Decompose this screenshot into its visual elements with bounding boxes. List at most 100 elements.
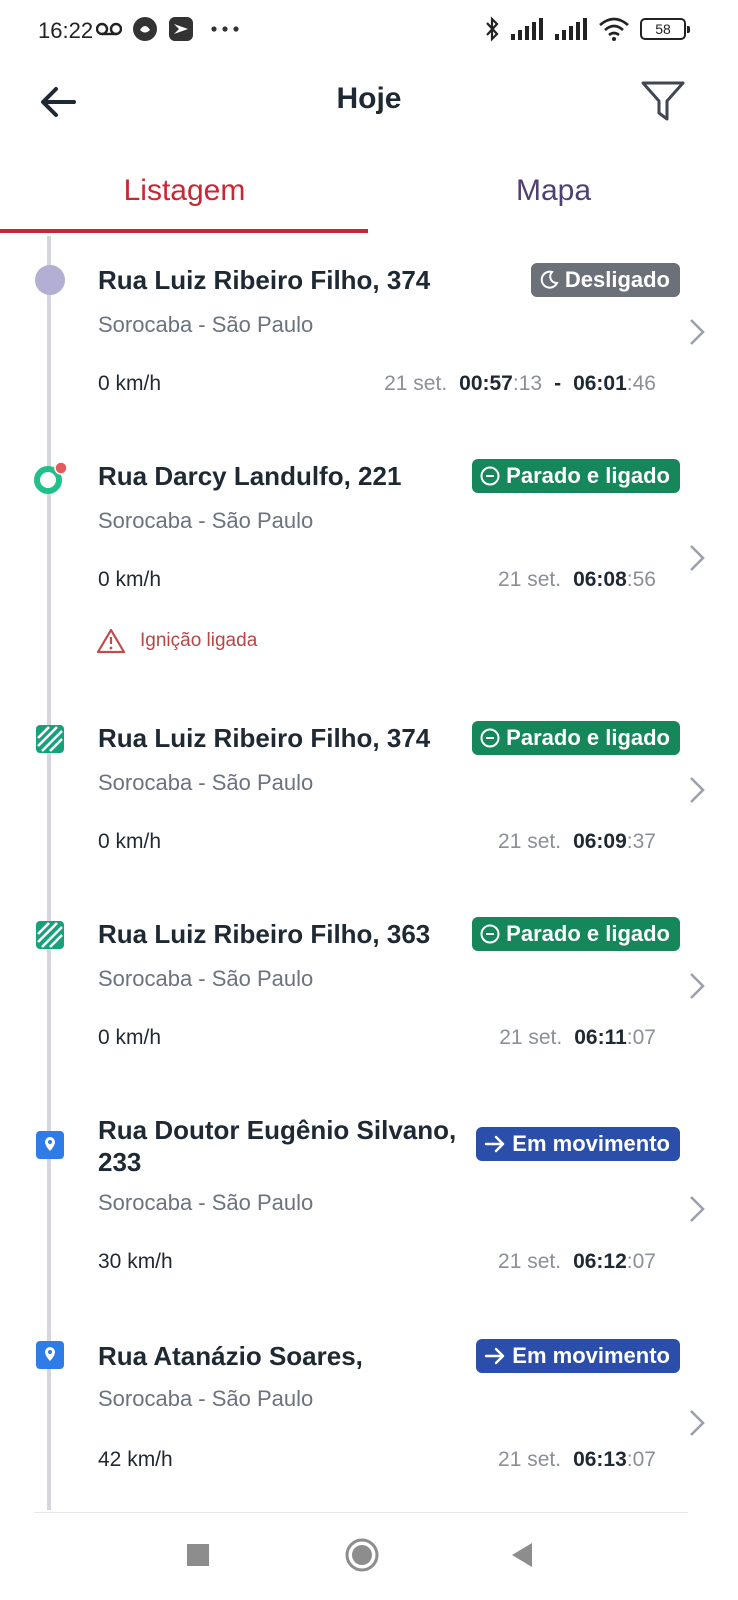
status-badge: Parado e ligado [472, 917, 680, 951]
wifi-icon [599, 17, 629, 41]
time-sec: :07 [626, 1448, 656, 1471]
home-button[interactable] [342, 1535, 382, 1575]
minus-circle-icon [480, 728, 500, 748]
status-badge: Em movimento [476, 1339, 680, 1373]
status-time: 16:22 [38, 18, 94, 43]
time-range: 21 set. 00:57:13-06:01:46 [384, 372, 656, 396]
view-tabs: Listagem Mapa [0, 160, 738, 236]
street-name-continued: 233 [98, 1147, 142, 1177]
time-sec: :07 [626, 1250, 656, 1273]
status-badge-label: Em movimento [512, 1131, 670, 1156]
street-name: Rua Darcy Landulfo, 221 [98, 461, 402, 491]
date-label: 21 set. [498, 568, 562, 591]
time-label: 21 set. 06:12:07 [498, 1250, 656, 1274]
tab-listagem[interactable]: Listagem [0, 160, 369, 236]
time-label: 21 set. 06:11:07 [499, 1026, 656, 1050]
chevron-right-icon [690, 973, 705, 999]
recents-button[interactable] [178, 1535, 218, 1575]
location-pin-square-icon [36, 1341, 64, 1369]
app-header: Hoje [0, 66, 738, 138]
list-item[interactable]: Rua Luiz Ribeiro Filho, 363 Parado e lig… [0, 890, 738, 1086]
city-label: Sorocaba - São Paulo [98, 966, 314, 991]
street-name: Rua Luiz Ribeiro Filho, 363 [98, 919, 431, 949]
voicemail-icon [96, 22, 122, 36]
time-separator: - [554, 372, 562, 395]
minus-circle-icon [480, 466, 500, 486]
list-item[interactable]: Rua Luiz Ribeiro Filho, 374 Desligado So… [0, 236, 738, 432]
street-name: Rua Luiz Ribeiro Filho, 374 [98, 723, 431, 753]
list-item[interactable]: Rua Atanázio Soares, Em movimento Soroca… [0, 1312, 738, 1510]
arrow-right-icon [485, 1135, 505, 1153]
filter-button[interactable] [638, 76, 688, 126]
street-name: Rua Doutor Eugênio Silvano, [98, 1115, 457, 1145]
notification-icon [133, 17, 157, 41]
date-label: 21 set. [498, 830, 562, 853]
status-badge: Em movimento [476, 1127, 680, 1161]
striped-square-icon [36, 921, 64, 949]
chevron-right-icon [690, 319, 705, 345]
time-hm: 06:13 [573, 1448, 627, 1471]
time-sec: :37 [626, 830, 656, 853]
status-badge-label: Desligado [564, 267, 670, 292]
chevron-right-icon [690, 545, 705, 571]
system-back-button[interactable] [502, 1535, 542, 1575]
alert-text: Ignição ligada [140, 630, 258, 651]
off-circle-icon [35, 265, 65, 295]
city-label: Sorocaba - São Paulo [98, 1190, 314, 1215]
signal-icon [511, 18, 543, 40]
time-start-sec: :13 [512, 372, 543, 395]
time-sec: :07 [626, 1026, 656, 1049]
speed-label: 30 km/h [98, 1250, 173, 1273]
speed-label: 0 km/h [98, 372, 162, 395]
signal-icon [555, 18, 587, 40]
arrow-right-icon [485, 1347, 505, 1365]
time-hm: 06:09 [573, 830, 627, 853]
time-sec: :56 [626, 568, 656, 591]
chevron-right-icon [690, 1196, 705, 1222]
status-badge-label: Parado e ligado [506, 921, 670, 946]
time-end-sec: :46 [626, 372, 656, 395]
date-label: 21 set. [499, 1026, 563, 1049]
location-pin-square-icon [36, 1131, 64, 1159]
list-item[interactable]: Rua Luiz Ribeiro Filho, 374 Parado e lig… [0, 694, 738, 890]
speed-label: 0 km/h [98, 1026, 162, 1049]
status-bar: 16:22 58 [0, 0, 738, 66]
status-badge-label: Parado e ligado [506, 463, 670, 488]
status-badge: Desligado [530, 263, 680, 297]
chevron-right-icon [690, 777, 705, 803]
minus-circle-icon [480, 924, 500, 944]
active-tab-indicator [0, 229, 368, 233]
moon-icon [540, 270, 559, 289]
time-start-hm: 00:57 [459, 372, 513, 395]
system-nav-bar [0, 1513, 738, 1600]
time-label: 21 set. 06:13:07 [498, 1448, 656, 1472]
filter-icon [641, 81, 685, 121]
event-list: Rua Luiz Ribeiro Filho, 374 Desligado So… [0, 236, 738, 1510]
date-label: 21 set. [498, 1448, 562, 1471]
street-name: Rua Atanázio Soares, [98, 1341, 363, 1371]
time-hm: 06:12 [573, 1250, 627, 1273]
recents-square-icon [187, 1544, 209, 1566]
app-icon [169, 17, 193, 41]
list-item[interactable]: Rua Darcy Landulfo, 221 Parado e ligado … [0, 432, 738, 694]
speed-label: 0 km/h [98, 830, 162, 853]
home-circle-icon [345, 1538, 379, 1572]
date-label: 21 set. [498, 1250, 562, 1273]
time-hm: 06:11 [574, 1026, 627, 1049]
status-badge: Parado e ligado [472, 459, 680, 493]
battery-indicator: 58 [640, 18, 690, 40]
city-label: Sorocaba - São Paulo [98, 1386, 314, 1411]
ignition-alert: Ignição ligada [96, 628, 257, 654]
time-label: 21 set. 06:09:37 [498, 830, 656, 854]
ring-alert-icon [34, 461, 67, 494]
page-title: Hoje [336, 82, 402, 115]
time-end-hm: 06:01 [573, 372, 627, 395]
street-name: Rua Luiz Ribeiro Filho, 374 [98, 265, 431, 295]
list-item[interactable]: Rua Doutor Eugênio Silvano, 233 Em movim… [0, 1086, 738, 1312]
city-label: Sorocaba - São Paulo [98, 508, 314, 533]
bluetooth-icon [486, 16, 499, 42]
chevron-right-icon [690, 1410, 705, 1436]
warning-triangle-icon [96, 628, 126, 654]
tab-mapa[interactable]: Mapa [369, 160, 738, 236]
time-label: 21 set. 06:08:56 [498, 568, 656, 592]
